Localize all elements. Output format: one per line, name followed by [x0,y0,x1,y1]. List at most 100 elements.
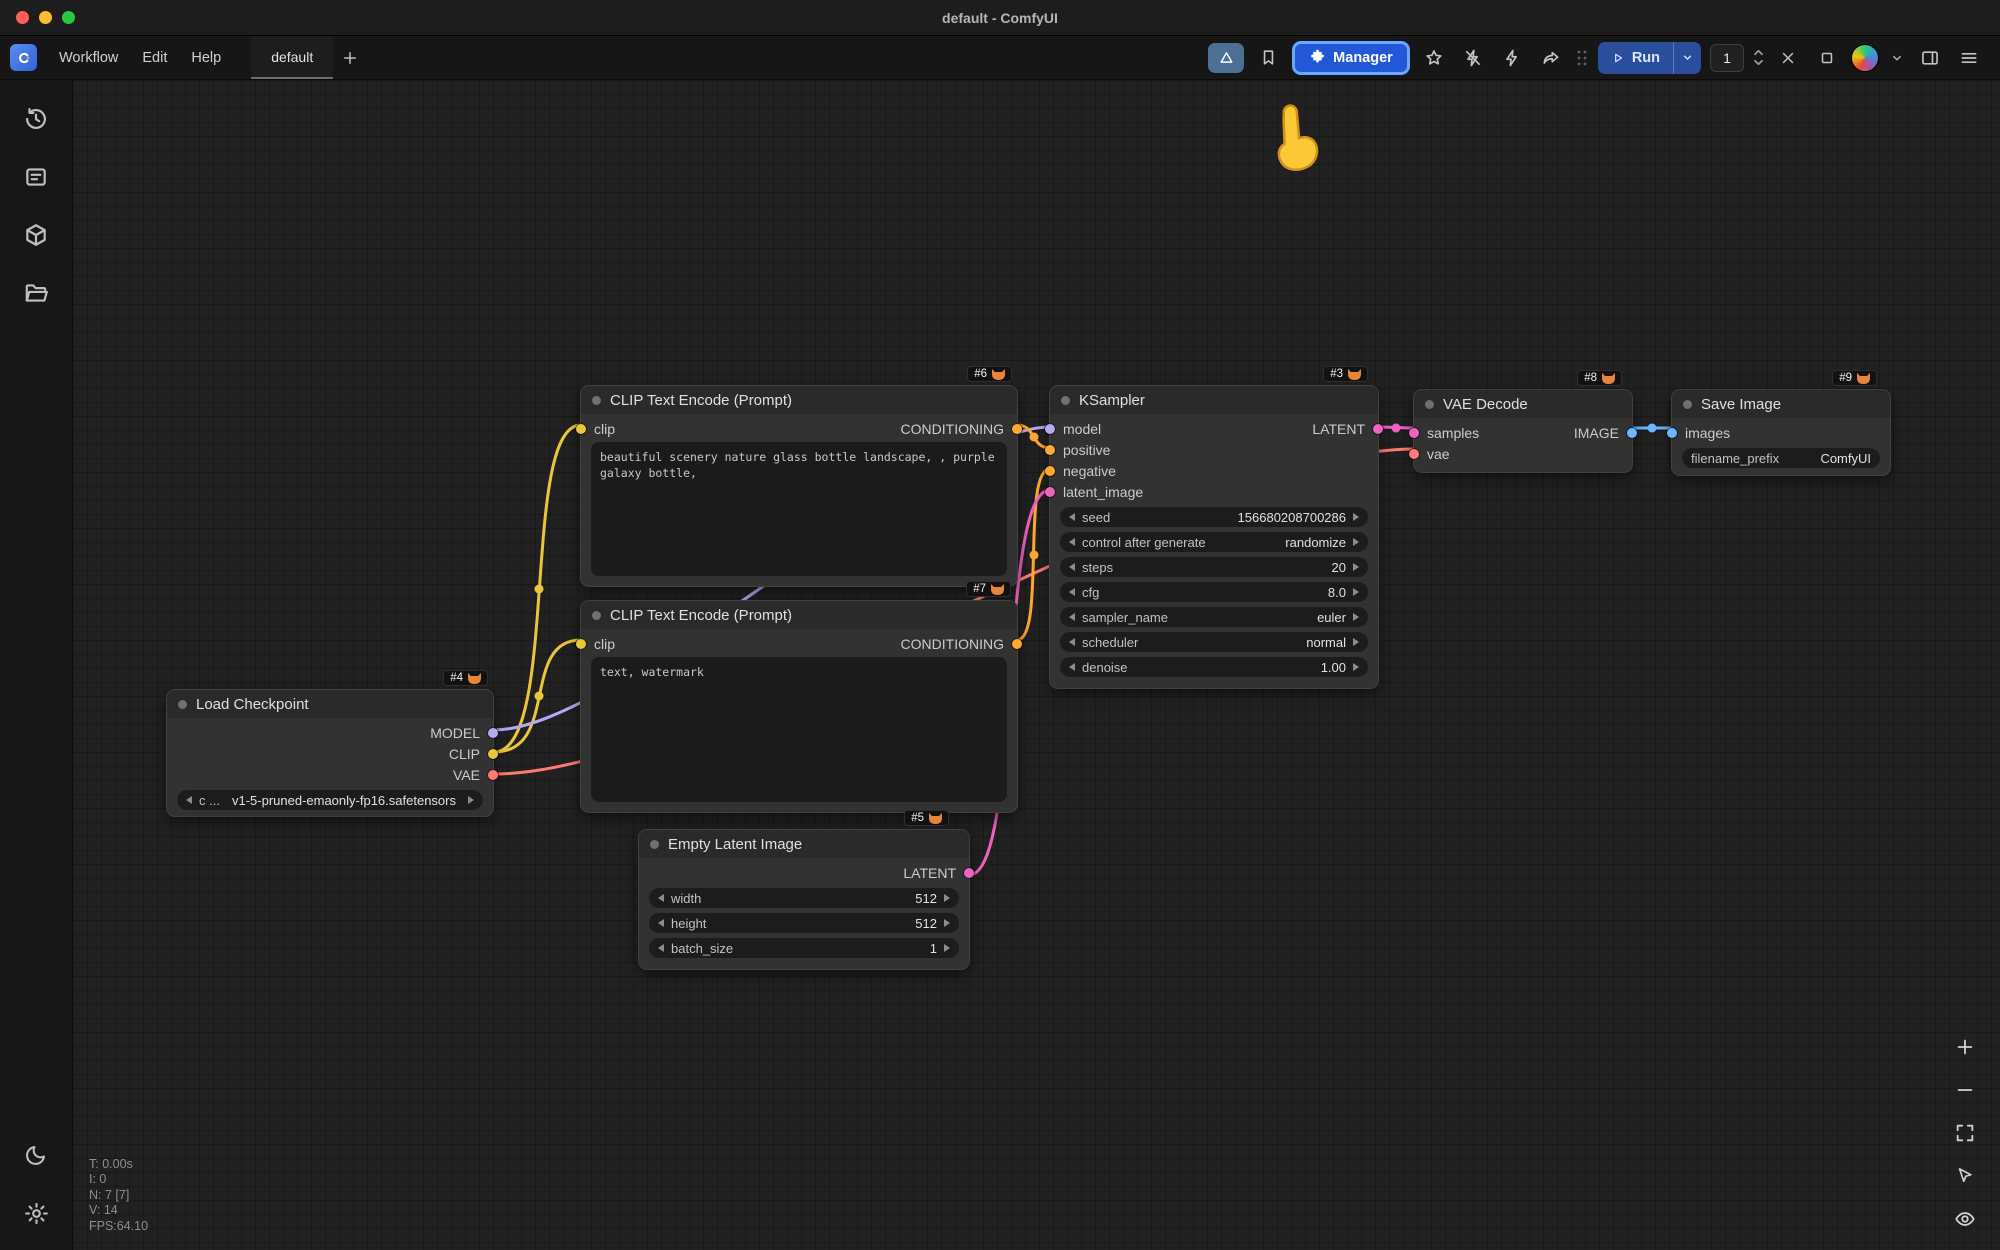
input-port-latent-image[interactable] [1045,487,1055,497]
prev-value-icon[interactable] [1069,613,1075,621]
run-button[interactable]: Run [1598,50,1673,66]
toolbar-drag-handle[interactable] [1575,48,1589,68]
next-value-icon[interactable] [1353,613,1359,621]
menu-edit[interactable]: Edit [130,36,179,79]
steps-widget[interactable]: steps 20 [1060,557,1368,577]
collapse-dot[interactable] [592,396,601,405]
minimize-window-button[interactable] [39,11,52,24]
node-header[interactable]: Save Image [1672,390,1890,418]
next-value-icon[interactable] [1353,538,1359,546]
main-menu-button[interactable] [1954,43,1984,73]
input-port-clip[interactable] [576,639,586,649]
prev-value-icon[interactable] [186,796,192,804]
api-nodes-toggle[interactable] [1458,43,1488,73]
control-after-generate-widget[interactable]: control after generate randomize [1060,532,1368,552]
increment-icon[interactable] [1353,513,1359,521]
batch-size-widget[interactable]: batch_size 1 [649,938,959,958]
menu-help[interactable]: Help [179,36,233,79]
collapse-dot[interactable] [1683,400,1692,409]
node-clip-text-encode-negative[interactable]: #7 CLIP Text Encode (Prompt) clip CONDIT… [580,600,1018,813]
graph-canvas[interactable] [73,80,2000,1250]
node-header[interactable]: VAE Decode [1414,390,1632,418]
batch-count-input[interactable]: 1 [1710,44,1744,72]
node-empty-latent-image[interactable]: #5 Empty Latent Image LATENT width 512 h… [638,829,970,970]
bookmark-button[interactable] [1253,43,1283,73]
chevron-up-icon[interactable] [1753,49,1764,56]
input-port-vae[interactable] [1409,449,1419,459]
fit-view-button[interactable] [1952,1120,1978,1146]
increment-icon[interactable] [944,919,950,927]
collapse-dot[interactable] [592,611,601,620]
increment-icon[interactable] [1353,663,1359,671]
cancel-run-button[interactable] [1773,43,1803,73]
output-port-latent[interactable] [1373,424,1383,434]
cfg-widget[interactable]: cfg 8.0 [1060,582,1368,602]
prev-value-icon[interactable] [1069,638,1075,646]
maximize-window-button[interactable] [62,11,75,24]
prev-value-icon[interactable] [1069,538,1075,546]
sidebar-item-model-library[interactable] [13,212,59,258]
manager-button[interactable]: Manager [1292,41,1410,75]
output-port-conditioning[interactable] [1012,424,1022,434]
quick-actions-button[interactable] [1497,43,1527,73]
output-port-model[interactable] [488,728,498,738]
increment-icon[interactable] [1353,563,1359,571]
height-widget[interactable]: height 512 [649,913,959,933]
menu-workflow[interactable]: Workflow [47,36,130,79]
decrement-icon[interactable] [1069,663,1075,671]
share-button[interactable] [1536,43,1566,73]
width-widget[interactable]: width 512 [649,888,959,908]
increment-icon[interactable] [944,944,950,952]
node-header[interactable]: Empty Latent Image [639,830,969,858]
collapse-dot[interactable] [1061,396,1070,405]
user-avatar[interactable] [1851,44,1879,72]
node-header[interactable]: Load Checkpoint [167,690,493,718]
seed-widget[interactable]: seed 156680208700286 [1060,507,1368,527]
workflow-tab-default[interactable]: default [251,36,333,79]
output-port-latent[interactable] [964,868,974,878]
settings-button[interactable] [13,1190,59,1236]
filename-prefix-widget[interactable]: filename_prefix ComfyUI [1682,448,1880,468]
output-port-image[interactable] [1627,428,1637,438]
input-port-positive[interactable] [1045,445,1055,455]
output-port-clip[interactable] [488,749,498,759]
sidebar-item-workflows[interactable] [13,270,59,316]
node-header[interactable]: CLIP Text Encode (Prompt) [581,386,1017,414]
decrement-icon[interactable] [658,919,664,927]
sampler-name-widget[interactable]: sampler_name euler [1060,607,1368,627]
favorites-button[interactable] [1419,43,1449,73]
denoise-widget[interactable]: denoise 1.00 [1060,657,1368,677]
node-clip-text-encode-positive[interactable]: #6 CLIP Text Encode (Prompt) clip CONDIT… [580,385,1018,587]
clear-queue-button[interactable] [1812,43,1842,73]
input-port-model[interactable] [1045,424,1055,434]
sidebar-item-node-library[interactable] [13,154,59,200]
input-port-clip[interactable] [576,424,586,434]
decrement-icon[interactable] [1069,588,1075,596]
run-options-button[interactable] [1673,42,1701,74]
decrement-icon[interactable] [1069,513,1075,521]
collapse-dot[interactable] [650,840,659,849]
node-load-checkpoint[interactable]: #4 Load Checkpoint MODEL CLIP VAE [166,689,494,817]
select-mode-button[interactable] [1952,1163,1978,1189]
next-value-icon[interactable] [1353,638,1359,646]
node-save-image[interactable]: #9 Save Image images filename_prefix Com… [1671,389,1891,476]
comfyui-logo[interactable] [10,44,37,71]
decrement-icon[interactable] [658,944,664,952]
prompt-textarea[interactable]: text, watermark [591,657,1007,802]
sidebar-item-queue-history[interactable] [13,96,59,142]
input-port-images[interactable] [1667,428,1677,438]
collapse-dot[interactable] [178,700,187,709]
scheduler-widget[interactable]: scheduler normal [1060,632,1368,652]
next-value-icon[interactable] [468,796,474,804]
graph-view-toggle[interactable] [1208,43,1244,73]
toggle-panel-button[interactable] [1915,43,1945,73]
node-header[interactable]: KSampler [1050,386,1378,414]
output-port-conditioning[interactable] [1012,639,1022,649]
zoom-out-button[interactable] [1952,1077,1978,1103]
input-port-negative[interactable] [1045,466,1055,476]
close-window-button[interactable] [16,11,29,24]
input-port-samples[interactable] [1409,428,1419,438]
zoom-in-button[interactable] [1952,1034,1978,1060]
account-menu-button[interactable] [1888,43,1906,73]
increment-icon[interactable] [944,894,950,902]
